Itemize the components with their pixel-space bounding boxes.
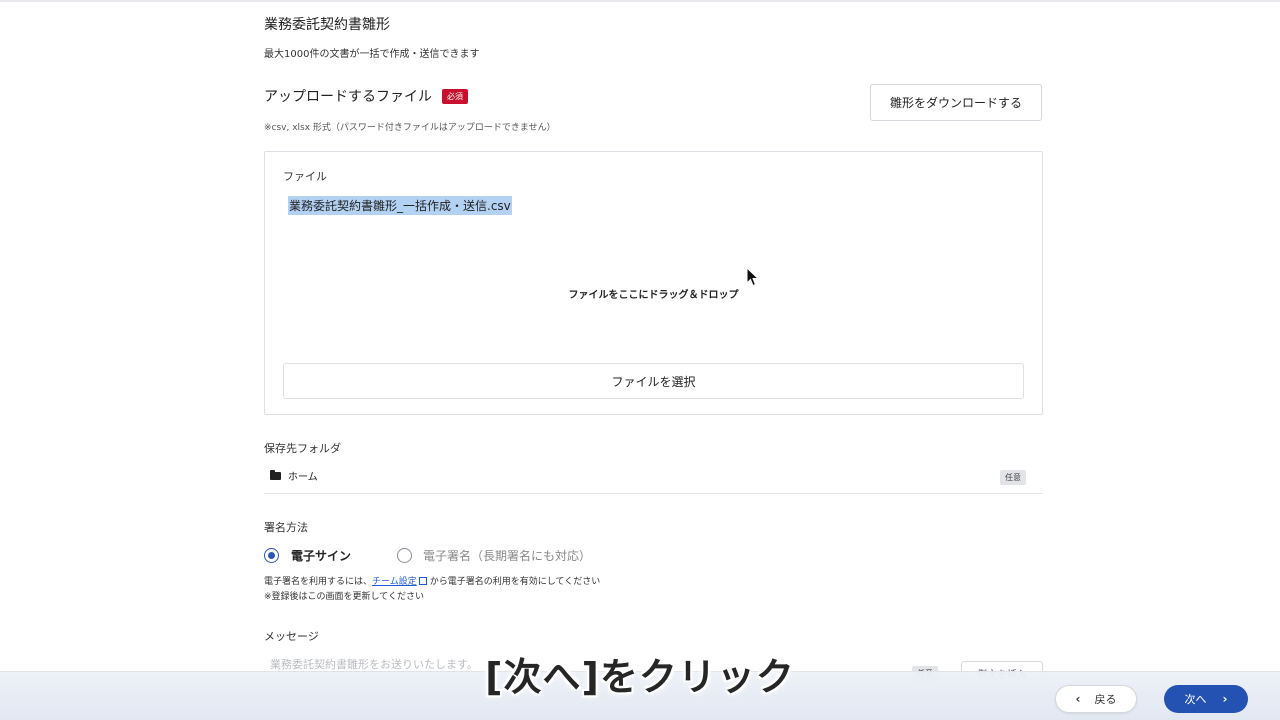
signature-note-prefix: 電子署名を利用するには、 xyxy=(264,577,373,587)
required-badge: 必須 xyxy=(442,88,468,104)
chevron-left-icon: ‹ xyxy=(1075,692,1081,706)
mouse-cursor-icon xyxy=(746,267,760,287)
signature-method-options: 電子サイン 電子署名（長期署名にも対応） xyxy=(264,547,591,564)
signature-method-label: 署名方法 xyxy=(264,521,308,534)
download-template-button[interactable]: 雛形をダウンロードする xyxy=(870,84,1042,121)
page-title: 業務委託契約書雛形 xyxy=(264,17,390,33)
digital-signature-radio[interactable] xyxy=(397,548,413,563)
folder-icon xyxy=(270,469,281,480)
upload-format-note: ※csv, xlsx 形式（パスワード付きファイルはアップロードできません） xyxy=(264,123,556,133)
save-folder-label: 保存先フォルダ xyxy=(264,442,341,455)
signature-refresh-note: ※登録後はこの画面を更新してください xyxy=(264,592,425,602)
next-button[interactable]: 次へ › xyxy=(1164,685,1248,713)
digital-signature-option-label[interactable]: 電子署名（長期署名にも対応） xyxy=(423,547,591,564)
save-folder-value: ホーム xyxy=(288,472,318,483)
chevron-right-icon: › xyxy=(1222,692,1228,706)
external-link-icon xyxy=(418,577,427,585)
select-file-button[interactable]: ファイルを選択 xyxy=(283,363,1024,399)
save-folder-selector[interactable]: ホーム xyxy=(270,468,318,483)
page-subtitle: 最大1000件の文書が一括で作成・送信できます xyxy=(264,49,480,60)
signature-note-suffix: から電子署名の利用を有効にしてください xyxy=(429,577,601,587)
top-divider xyxy=(0,0,1280,2)
message-label: メッセージ xyxy=(264,630,319,643)
folder-divider xyxy=(264,493,1043,494)
e-sign-option-label[interactable]: 電子サイン xyxy=(291,547,351,564)
selected-file-name[interactable]: 業務委託契約書雛形_一括作成・送信.csv xyxy=(288,196,512,215)
file-field-label: ファイル xyxy=(283,170,327,183)
next-button-label: 次へ xyxy=(1184,693,1207,706)
drag-drop-hint: ファイルをここにドラッグ＆ドロップ xyxy=(568,290,739,301)
back-button[interactable]: ‹ 戻る xyxy=(1055,685,1137,713)
e-sign-radio[interactable] xyxy=(264,548,279,563)
folder-optional-badge: 任意 xyxy=(1000,470,1026,485)
back-button-label: 戻る xyxy=(1094,693,1117,706)
signature-note: 電子署名を利用するには、チーム設定 から電子署名の利用を有効にしてください xyxy=(264,574,600,587)
upload-file-heading: アップロードするファイル 必須 xyxy=(264,86,468,106)
upload-file-label: アップロードするファイル xyxy=(264,89,432,105)
team-settings-link[interactable]: チーム設定 xyxy=(372,577,417,587)
